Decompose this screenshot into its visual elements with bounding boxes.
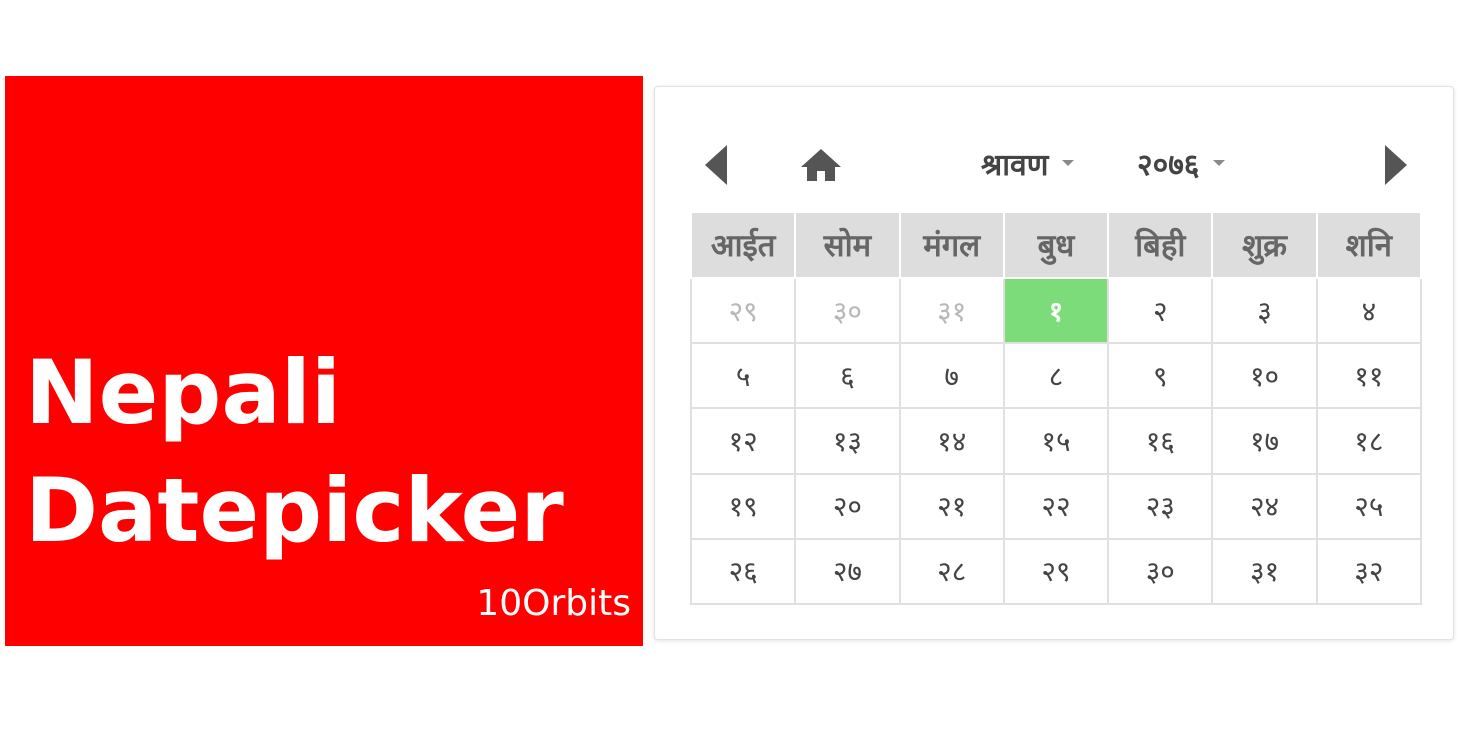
calendar-day-cell[interactable]: २ <box>1107 276 1214 345</box>
calendar-day-cell[interactable]: २१ <box>898 472 1005 540</box>
triangle-right-icon <box>1385 145 1407 185</box>
calendar-day-cell[interactable]: १४ <box>898 407 1005 475</box>
calendar-body: २९ ३० ३१ १ २ ३ ४ ५ ६ ७ ८ ९ १० ११ १२ १३ १४ १५ १६ १७ १८ १९ २० २१ २… <box>689 276 1423 606</box>
month-label: श्रावण <box>981 147 1049 183</box>
calendar-grid: आईत सोम मंगल बुध बिही शुक्र शनि २९ ३० ३१ १ २… <box>689 211 1423 606</box>
calendar-day-cell[interactable]: १२ <box>689 407 797 475</box>
calendar-day-cell[interactable]: १५ <box>1002 407 1110 475</box>
weekday-header: शनि <box>1315 211 1423 279</box>
year-label: २०७६ <box>1137 147 1200 183</box>
calendar-week-row: ५ ६ ७ ८ ९ १० ११ <box>689 342 1423 410</box>
calendar-day-cell[interactable]: २२ <box>1002 472 1110 540</box>
banner-title-line-2: Datepicker <box>25 459 564 562</box>
calendar-day-cell[interactable]: ९ <box>1107 342 1214 410</box>
prev-month-button[interactable] <box>703 143 729 187</box>
calendar-day-cell[interactable]: २६ <box>689 537 797 606</box>
calendar-day-cell[interactable]: ३२ <box>1315 537 1423 606</box>
today-home-button[interactable] <box>797 145 845 185</box>
datepicker: श्रावण २०७६ आईत सोम मंगल बुध बिही शुक्र … <box>654 86 1454 640</box>
calendar-day-cell[interactable]: २५ <box>1315 472 1423 540</box>
calendar-day-cell[interactable]: २९ <box>1002 537 1110 606</box>
calendar-week-row: २६ २७ २८ २९ ३० ३१ ३२ <box>689 537 1423 606</box>
weekday-header: बिही <box>1107 211 1214 279</box>
calendar-day-cell[interactable]: ४ <box>1315 276 1423 345</box>
calendar-day-cell-other-month[interactable]: २९ <box>689 276 797 345</box>
chevron-down-icon <box>1062 160 1075 166</box>
calendar-day-cell[interactable]: १७ <box>1211 407 1318 475</box>
calendar-day-cell[interactable]: १० <box>1211 342 1318 410</box>
calendar-day-cell[interactable]: १८ <box>1315 407 1423 475</box>
weekday-header: सोम <box>794 211 901 279</box>
calendar-day-cell[interactable]: ११ <box>1315 342 1423 410</box>
weekday-header-row: आईत सोम मंगल बुध बिही शुक्र शनि <box>689 211 1423 279</box>
calendar-day-cell[interactable]: ८ <box>1002 342 1110 410</box>
chevron-down-icon <box>1213 160 1226 166</box>
brand-name: 10Orbits <box>476 583 631 624</box>
calendar-day-cell[interactable]: २७ <box>794 537 901 606</box>
calendar-day-cell[interactable]: २३ <box>1107 472 1214 540</box>
next-month-button[interactable] <box>1383 143 1409 187</box>
banner-title: Nepali Datepicker <box>25 334 564 570</box>
calendar-day-cell-selected[interactable]: १ <box>1002 276 1110 345</box>
triangle-left-icon <box>705 145 727 185</box>
home-icon <box>801 149 841 181</box>
calendar-day-cell[interactable]: ३१ <box>1211 537 1318 606</box>
year-dropdown[interactable]: २०७६ <box>1137 143 1226 183</box>
calendar-day-cell[interactable]: १३ <box>794 407 901 475</box>
promo-banner: Nepali Datepicker 10Orbits <box>5 76 643 646</box>
calendar-day-cell[interactable]: ७ <box>898 342 1005 410</box>
month-dropdown[interactable]: श्रावण <box>981 143 1075 183</box>
calendar-day-cell[interactable]: २० <box>794 472 901 540</box>
banner-title-line-1: Nepali <box>25 341 342 444</box>
calendar-day-cell[interactable]: ५ <box>689 342 797 410</box>
weekday-header: बुध <box>1002 211 1110 279</box>
calendar-day-cell[interactable]: २८ <box>898 537 1005 606</box>
calendar-week-row: २९ ३० ३१ १ २ ३ ४ <box>689 276 1423 345</box>
weekday-header: शुक्र <box>1211 211 1318 279</box>
calendar-day-cell[interactable]: १६ <box>1107 407 1214 475</box>
calendar-day-cell[interactable]: ६ <box>794 342 901 410</box>
weekday-header: आईत <box>689 211 797 279</box>
weekday-header: मंगल <box>898 211 1005 279</box>
calendar-week-row: १९ २० २१ २२ २३ २४ २५ <box>689 472 1423 540</box>
calendar-day-cell-other-month[interactable]: ३० <box>794 276 901 345</box>
calendar-day-cell[interactable]: १९ <box>689 472 797 540</box>
calendar-day-cell-other-month[interactable]: ३१ <box>898 276 1005 345</box>
calendar-day-cell[interactable]: ३ <box>1211 276 1318 345</box>
calendar-week-row: १२ १३ १४ १५ १६ १७ १८ <box>689 407 1423 475</box>
calendar-day-cell[interactable]: २४ <box>1211 472 1318 540</box>
calendar-day-cell[interactable]: ३० <box>1107 537 1214 606</box>
